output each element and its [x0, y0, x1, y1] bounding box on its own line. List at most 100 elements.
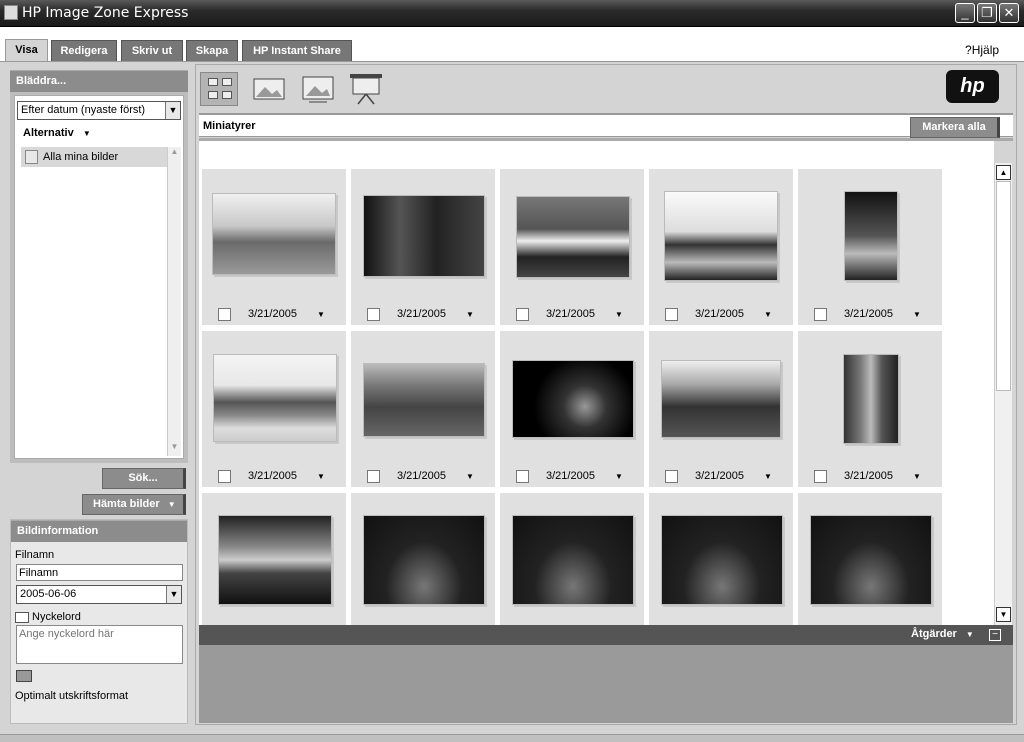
thumbnail-image[interactable] [363, 363, 485, 437]
keyword-label: Nyckelord [32, 611, 81, 623]
thumbnail-cell[interactable]: 3/21/2005 ▼ [202, 331, 346, 487]
thumbnail-cell[interactable]: 3/21/2005 ▼ [649, 331, 793, 487]
thumbnail-cell[interactable]: 3/21/2005 ▼ [351, 169, 495, 325]
thumbnail-cell[interactable] [202, 493, 346, 625]
chevron-down-icon: ▼ [82, 129, 91, 138]
thumbnail-image[interactable] [512, 360, 634, 438]
chevron-down-icon[interactable]: ▼ [913, 472, 921, 481]
thumbnail-image[interactable] [844, 191, 898, 281]
thumbnail-checkbox[interactable] [516, 470, 529, 483]
scroll-up-icon[interactable]: ▲ [996, 165, 1011, 180]
title-bar: HP Image Zone Express _ ❐ ✕ [0, 0, 1024, 27]
thumbnail-checkbox[interactable] [367, 470, 380, 483]
thumbnail-image[interactable] [512, 515, 634, 605]
sort-select[interactable]: Efter datum (nyaste först) ▼ [17, 101, 181, 120]
fetch-images-button[interactable]: Hämta bilder ▼ [82, 494, 186, 515]
thumbnail-image[interactable] [516, 196, 630, 278]
thumbnail-image[interactable] [664, 191, 778, 281]
chevron-down-icon[interactable]: ▼ [764, 472, 772, 481]
thumbnail-cell[interactable]: 3/21/2005 ▼ [798, 169, 942, 325]
thumbnail-image[interactable] [843, 354, 899, 444]
chevron-down-icon[interactable]: ▼ [317, 472, 325, 481]
thumbnail-checkbox[interactable] [367, 308, 380, 321]
thumbnail-date: 3/21/2005 [397, 470, 446, 482]
thumbnail-view-icon[interactable] [200, 72, 238, 106]
chevron-down-icon[interactable]: ▼ [466, 472, 474, 481]
single-image-view-icon[interactable] [250, 72, 288, 106]
thumbnail-image[interactable] [218, 515, 332, 605]
date-select[interactable]: 2005-06-06 ▼ [16, 585, 182, 604]
album-icon [25, 150, 38, 164]
thumbnail-checkbox[interactable] [218, 470, 231, 483]
chevron-down-icon: ▼ [166, 586, 181, 603]
close-icon[interactable]: ✕ [999, 3, 1019, 23]
chevron-down-icon[interactable]: ▼ [764, 310, 772, 319]
thumbnail-image[interactable] [363, 515, 485, 605]
search-button[interactable]: Sök... [102, 468, 186, 489]
tab-skriv-ut[interactable]: Skriv ut [121, 40, 183, 61]
grid-scrollbar[interactable]: ▲ ▼ [994, 163, 1012, 625]
scroll-down-icon[interactable]: ▼ [996, 607, 1011, 622]
help-link[interactable]: ?Hjälp [965, 43, 999, 57]
tab-redigera[interactable]: Redigera [51, 40, 117, 61]
chevron-down-icon[interactable]: ▼ [317, 310, 325, 319]
chevron-down-icon[interactable]: ▼ [615, 472, 623, 481]
scroll-up-icon[interactable]: ▲ [168, 147, 181, 161]
thumbnail-cell[interactable]: 3/21/2005 ▼ [798, 331, 942, 487]
thumbnail-checkbox[interactable] [814, 470, 827, 483]
select-all-button[interactable]: Markera alla [910, 117, 1000, 138]
scroll-thumb[interactable] [996, 181, 1011, 391]
thumbnail-cell[interactable] [351, 493, 495, 625]
status-bar [0, 734, 1024, 742]
thumbnail-checkbox[interactable] [665, 470, 678, 483]
thumbnail-checkbox[interactable] [665, 308, 678, 321]
thumbnail-checkbox[interactable] [218, 308, 231, 321]
thumbnail-cell[interactable] [649, 493, 793, 625]
image-info-header: Bildinformation [11, 520, 187, 542]
fetch-images-label: Hämta bilder [93, 498, 160, 510]
minimize-icon[interactable]: _ [955, 3, 975, 23]
thumbnail-cell[interactable] [500, 493, 644, 625]
thumbnail-cell[interactable]: 3/21/2005 ▼ [202, 169, 346, 325]
thumbnail-image[interactable] [363, 195, 485, 277]
thumbnail-cell[interactable]: 3/21/2005 ▼ [649, 169, 793, 325]
restore-icon[interactable]: ❐ [977, 3, 997, 23]
options-label: Alternativ [23, 127, 74, 139]
thumbnail-image[interactable] [661, 515, 783, 605]
thumbnail-cell[interactable]: 3/21/2005 ▼ [500, 169, 644, 325]
thumbnail-image[interactable] [810, 515, 932, 605]
thumbnail-date: 3/21/2005 [844, 470, 893, 482]
collapse-icon[interactable]: − [989, 629, 1001, 641]
filename-field[interactable] [16, 564, 183, 581]
chevron-down-icon: ▼ [167, 500, 176, 509]
thumbnail-image[interactable] [213, 354, 337, 442]
actions-dropdown[interactable]: Åtgärder ▼ [911, 628, 974, 640]
thumbnail-image[interactable] [661, 360, 781, 438]
browse-scrollbar[interactable]: ▲ ▼ [167, 147, 181, 456]
thumbnail-image[interactable] [212, 193, 336, 275]
browse-content: Efter datum (nyaste först) ▼ Alternativ … [14, 95, 184, 459]
chevron-down-icon[interactable]: ▼ [615, 310, 623, 319]
list-item-all-images[interactable]: Alla mina bilder [21, 147, 167, 167]
tab-skapa[interactable]: Skapa [186, 40, 238, 61]
thumbnail-cell[interactable]: 3/21/2005 ▼ [500, 331, 644, 487]
scroll-down-icon[interactable]: ▼ [168, 442, 181, 456]
keyword-field[interactable] [16, 625, 183, 664]
tab-divider [0, 61, 1024, 62]
tab-visa[interactable]: Visa [5, 39, 48, 62]
tab-hp-instant-share[interactable]: HP Instant Share [242, 40, 352, 61]
thumbnail-checkbox[interactable] [814, 308, 827, 321]
thumbnail-date: 3/21/2005 [695, 308, 744, 320]
help-label: Hjälp [971, 43, 1000, 57]
thumbnail-checkbox[interactable] [516, 308, 529, 321]
thumbnail-cell[interactable] [798, 493, 942, 625]
options-dropdown[interactable]: Alternativ ▼ [23, 127, 91, 139]
thumbnail-cell[interactable]: 3/21/2005 ▼ [351, 331, 495, 487]
chevron-down-icon[interactable]: ▼ [466, 310, 474, 319]
print-format-label: Optimalt utskriftsformat [15, 690, 129, 702]
actions-label: Åtgärder [911, 628, 957, 640]
chevron-down-icon[interactable]: ▼ [913, 310, 921, 319]
slideshow-icon[interactable] [347, 72, 385, 106]
window-title: HP Image Zone Express [22, 5, 189, 21]
fullscreen-view-icon[interactable] [299, 72, 337, 106]
